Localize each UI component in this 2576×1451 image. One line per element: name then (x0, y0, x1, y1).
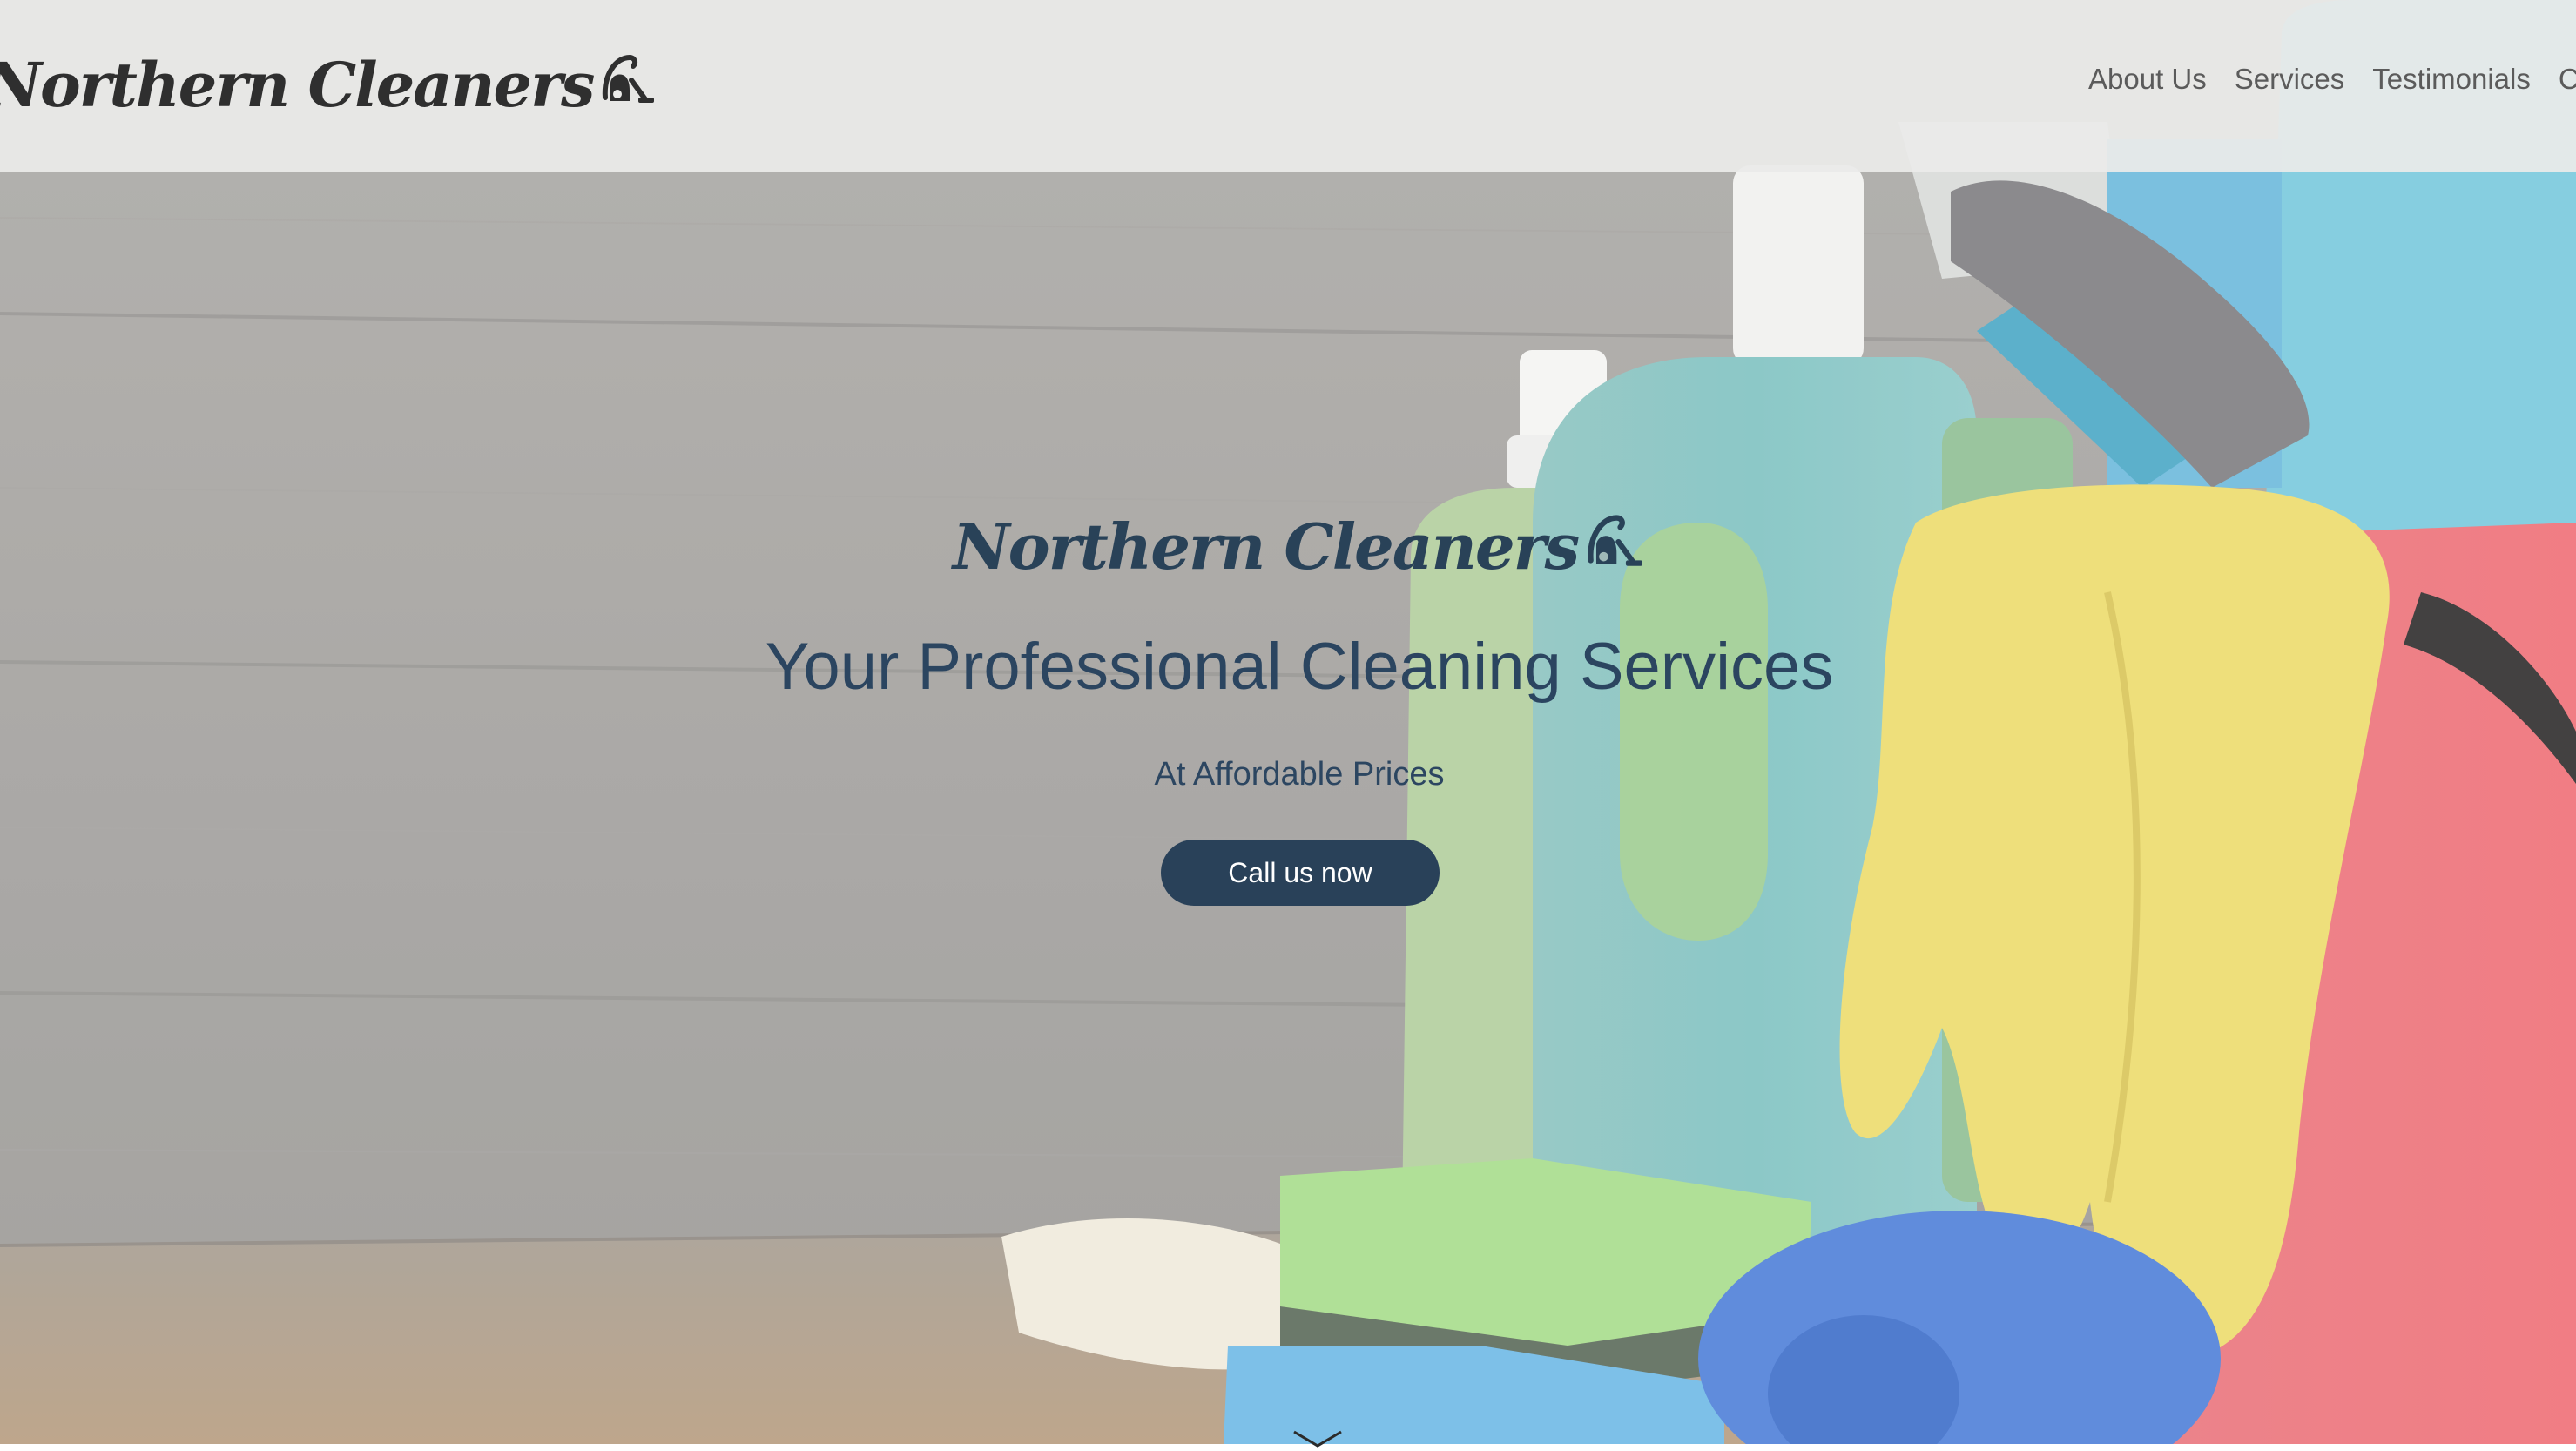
brand-name: Northern Cleaners (0, 48, 595, 121)
hero-logo: Northern Cleaners (953, 507, 1643, 585)
hero-subtitle: At Affordable Prices (1154, 756, 1445, 793)
main-nav: About Us Services Testimonials Contact (2088, 63, 2576, 96)
nav-services[interactable]: Services (2235, 63, 2345, 96)
page-bottom-edge (0, 1444, 2576, 1449)
vacuum-icon (597, 49, 655, 121)
brand-logo-link[interactable]: Northern Cleaners (0, 45, 655, 124)
hero-title: Your Professional Cleaning Services (765, 630, 1834, 704)
hero-logo-text: Northern Cleaners (952, 509, 1580, 584)
nav-contact[interactable]: Contact (2559, 63, 2576, 96)
site-header: Northern Cleaners About Us Services Test… (0, 0, 2576, 172)
vacuum-icon (1581, 509, 1643, 584)
nav-about-us[interactable]: About Us (2088, 63, 2207, 96)
nav-testimonials[interactable]: Testimonials (2372, 63, 2531, 96)
hero-background (0, 0, 2576, 1444)
chevron-down-icon[interactable] (1292, 1428, 1343, 1448)
call-us-now-button[interactable]: Call us now (1161, 840, 1440, 906)
